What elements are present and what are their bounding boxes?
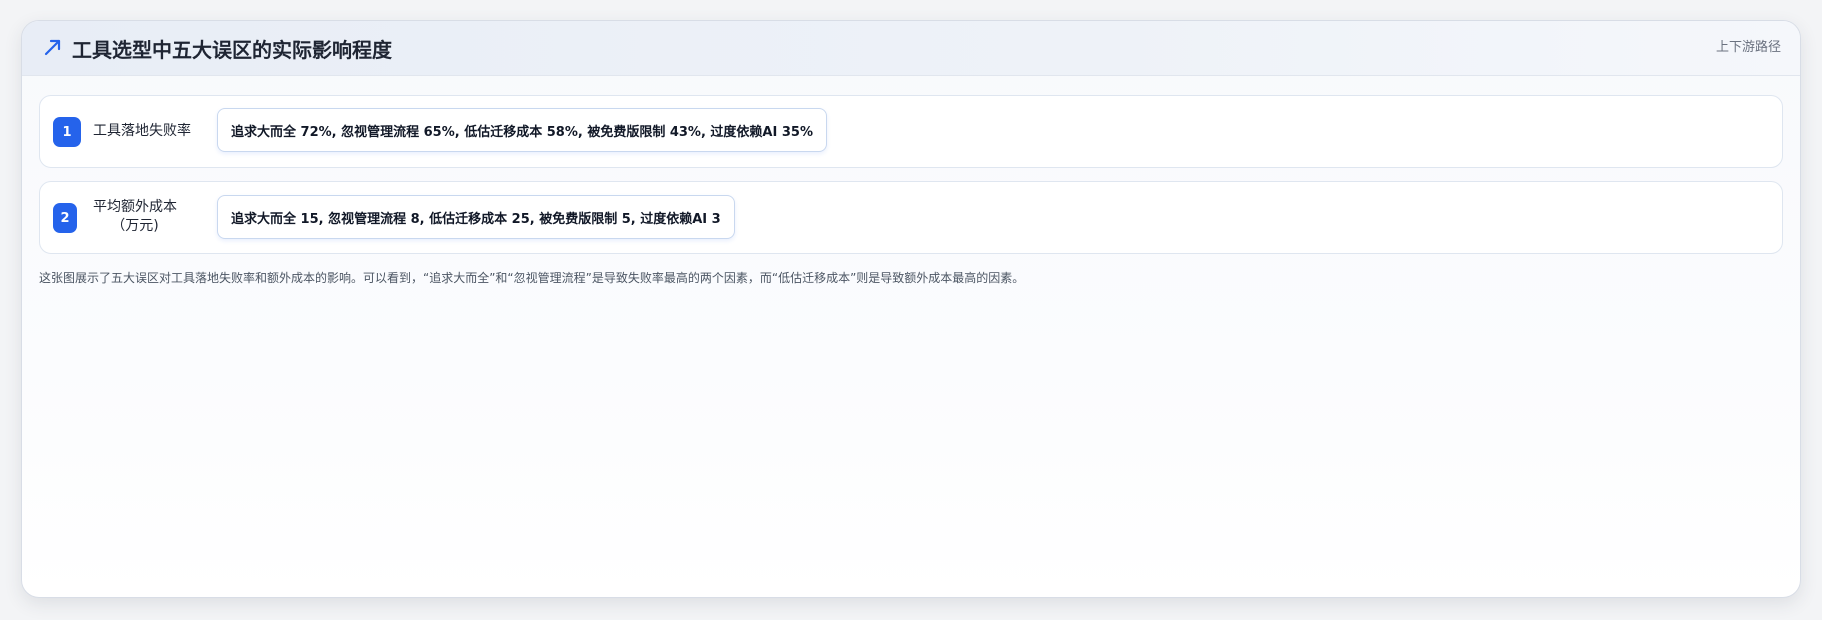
metric-row-extra-cost: 2 平均额外成本（万元) 追求大而全 15, 忽视管理流程 8, 低估迁移成本 … <box>39 181 1783 254</box>
row-label: 平均额外成本（万元) <box>93 199 177 234</box>
impact-card: 工具选型中五大误区的实际影响程度 上下游路径 1 工具落地失败率 追求大而全 7… <box>21 20 1801 598</box>
row-values: 追求大而全 15, 忽视管理流程 8, 低估迁移成本 25, 被免费版限制 5,… <box>217 195 735 239</box>
row-index-badge: 2 <box>53 203 77 233</box>
trend-arrow-icon <box>44 39 61 56</box>
row-label: 工具落地失败率 <box>93 123 191 139</box>
row-index-badge: 1 <box>53 117 81 147</box>
upstream-downstream-link[interactable]: 上下游路径 <box>1716 36 1781 55</box>
chart-description: 这张图展示了五大误区对工具落地失败率和额外成本的影响。可以看到，“追求大而全”和… <box>39 271 1025 285</box>
card-title: 工具选型中五大误区的实际影响程度 <box>72 38 392 62</box>
metric-row-failure-rate: 1 工具落地失败率 追求大而全 72%, 忽视管理流程 65%, 低估迁移成本 … <box>39 95 1783 168</box>
row-values: 追求大而全 72%, 忽视管理流程 65%, 低估迁移成本 58%, 被免费版限… <box>217 108 827 152</box>
card-header: 工具选型中五大误区的实际影响程度 上下游路径 <box>22 21 1800 76</box>
